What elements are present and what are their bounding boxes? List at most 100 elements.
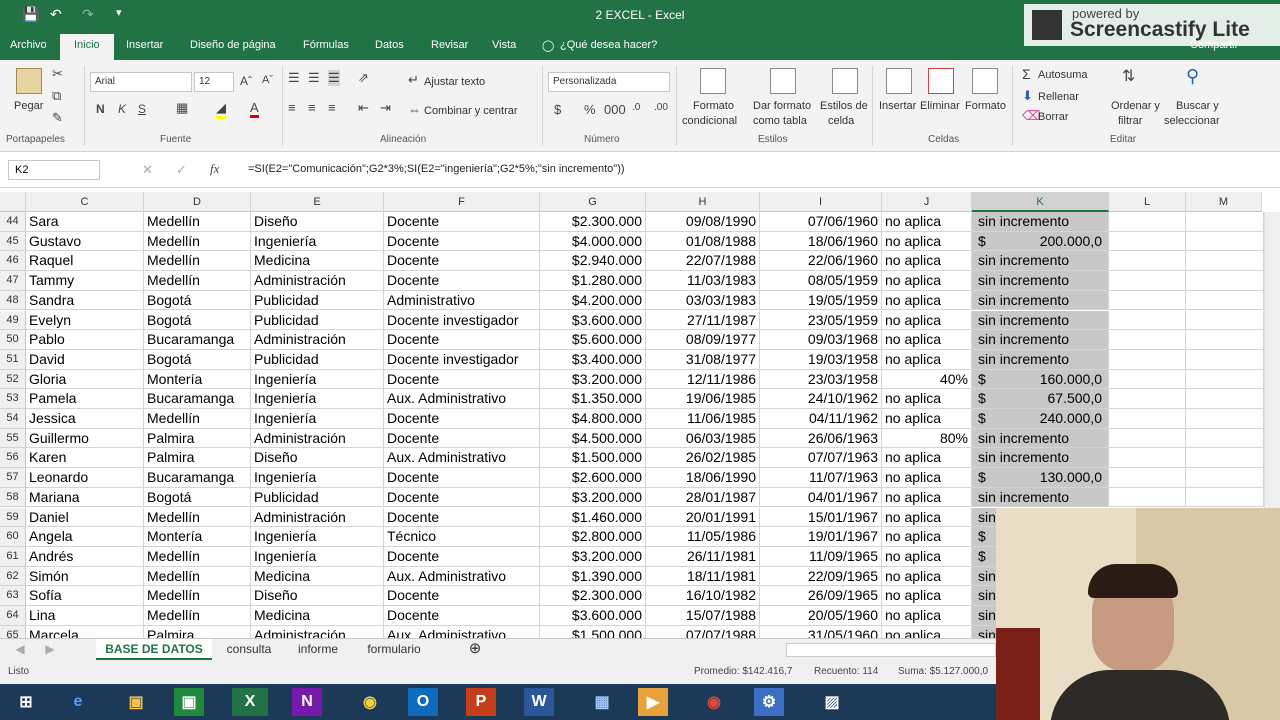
cell[interactable]: Gustavo bbox=[26, 231, 144, 252]
cell[interactable]: $4.500.000 bbox=[540, 428, 646, 449]
cell[interactable]: no aplica bbox=[882, 330, 972, 350]
cell[interactable]: 26/09/1965 bbox=[760, 586, 882, 606]
cell[interactable]: no aplica bbox=[882, 586, 972, 606]
word-icon[interactable]: W bbox=[524, 688, 554, 716]
cell[interactable]: 26/06/1963 bbox=[760, 428, 882, 449]
cell[interactable]: 27/11/1987 bbox=[646, 310, 760, 331]
cell[interactable]: Aux. Administrativo bbox=[384, 389, 540, 409]
cell[interactable]: Docente bbox=[384, 271, 540, 291]
column-header-j[interactable]: J bbox=[882, 192, 972, 212]
cell[interactable] bbox=[1186, 212, 1264, 232]
cell[interactable]: 20/01/1991 bbox=[646, 507, 760, 528]
cell[interactable]: 07/07/1963 bbox=[760, 448, 882, 469]
column-header-e[interactable]: E bbox=[251, 192, 384, 212]
cell-k[interactable]: $67.500,0 bbox=[972, 389, 1109, 409]
cell[interactable]: Gloria bbox=[26, 369, 144, 390]
cell[interactable]: no aplica bbox=[882, 389, 972, 409]
cell[interactable]: $1.500.000 bbox=[540, 448, 646, 469]
formula-input[interactable]: =SI(E2="Comunicación";G2*3%;SI(E2="ingen… bbox=[248, 163, 625, 175]
borders-icon[interactable]: ▦ bbox=[176, 100, 188, 116]
cell[interactable]: 07/06/1960 bbox=[760, 212, 882, 232]
cell[interactable]: $2.940.000 bbox=[540, 251, 646, 272]
tell-me-search[interactable]: ¿Qué desea hacer? bbox=[560, 39, 657, 51]
cell[interactable]: Docente bbox=[384, 468, 540, 488]
tab-inicio[interactable]: Inicio bbox=[60, 34, 114, 60]
cell[interactable] bbox=[1186, 389, 1264, 409]
cell[interactable] bbox=[1186, 231, 1264, 252]
cell[interactable]: 80% bbox=[882, 428, 972, 449]
cell[interactable]: 06/03/1985 bbox=[646, 428, 760, 449]
cell[interactable]: no aplica bbox=[882, 310, 972, 331]
cell[interactable]: no aplica bbox=[882, 231, 972, 252]
fill-color-icon[interactable]: ◢ bbox=[216, 100, 226, 119]
cell-k[interactable]: sin incremento bbox=[972, 290, 1109, 311]
calculator-icon[interactable]: ▦ bbox=[582, 688, 622, 716]
cell[interactable]: no aplica bbox=[882, 290, 972, 311]
name-box[interactable]: K2 bbox=[8, 160, 100, 180]
tab-vista[interactable]: Vista bbox=[492, 39, 516, 51]
cell[interactable]: 15/01/1967 bbox=[760, 507, 882, 528]
cell-k[interactable]: $160.000,0 bbox=[972, 369, 1109, 390]
cell[interactable]: Bucaramanga bbox=[144, 468, 251, 488]
cell[interactable]: Bogotá bbox=[144, 310, 251, 331]
cell[interactable]: Publicidad bbox=[251, 290, 384, 311]
cell[interactable]: Docente bbox=[384, 212, 540, 232]
bold-icon[interactable]: N bbox=[96, 102, 105, 116]
cell[interactable]: Medicina bbox=[251, 251, 384, 272]
cell[interactable]: Raquel bbox=[26, 251, 144, 272]
cell[interactable]: $3.600.000 bbox=[540, 310, 646, 331]
powerpoint-icon[interactable]: P bbox=[466, 688, 496, 716]
row-header[interactable]: 59 bbox=[0, 507, 26, 528]
cell[interactable]: Administración bbox=[251, 428, 384, 449]
clear-button[interactable]: Borrar bbox=[1038, 111, 1069, 123]
cell[interactable]: Técnico bbox=[384, 527, 540, 547]
cell[interactable]: Ingeniería bbox=[251, 527, 384, 547]
cell[interactable] bbox=[1186, 290, 1264, 311]
cell[interactable]: no aplica bbox=[882, 487, 972, 508]
cell[interactable]: 19/03/1958 bbox=[760, 349, 882, 370]
cell-k[interactable]: $130.000,0 bbox=[972, 468, 1109, 488]
cell[interactable]: Ingeniería bbox=[251, 231, 384, 252]
cell[interactable]: Bogotá bbox=[144, 349, 251, 370]
row-header[interactable]: 46 bbox=[0, 251, 26, 272]
cell[interactable]: Diseño bbox=[251, 212, 384, 232]
cell[interactable]: 15/07/1988 bbox=[646, 606, 760, 626]
cell[interactable]: no aplica bbox=[882, 271, 972, 291]
cell[interactable]: Medellín bbox=[144, 271, 251, 291]
cell[interactable]: 09/03/1968 bbox=[760, 330, 882, 350]
comma-style-icon[interactable]: 000 bbox=[604, 102, 626, 117]
cell[interactable]: Administrativo bbox=[384, 290, 540, 311]
conditional-format-button[interactable]: Formato bbox=[693, 100, 734, 112]
cell[interactable]: Bogotá bbox=[144, 487, 251, 508]
cell[interactable]: no aplica bbox=[882, 606, 972, 626]
sheet-tab-consulta[interactable]: consulta bbox=[214, 639, 284, 661]
cell[interactable]: Jessica bbox=[26, 409, 144, 429]
cell[interactable]: Administración bbox=[251, 330, 384, 350]
excel-icon[interactable]: X bbox=[232, 688, 268, 716]
cell-k[interactable]: sin incremento bbox=[972, 310, 1109, 331]
increase-indent-icon[interactable]: ⇥ bbox=[380, 100, 391, 116]
cell[interactable] bbox=[1186, 310, 1264, 331]
cell[interactable]: Pablo bbox=[26, 330, 144, 350]
cell[interactable]: $1.500.000 bbox=[540, 625, 646, 638]
cell[interactable]: no aplica bbox=[882, 507, 972, 528]
cancel-icon[interactable]: ✕ bbox=[142, 162, 153, 178]
cell[interactable] bbox=[1109, 310, 1186, 331]
decrease-indent-icon[interactable]: ⇤ bbox=[358, 100, 369, 116]
cell[interactable]: Medellín bbox=[144, 212, 251, 232]
row-header[interactable]: 55 bbox=[0, 428, 26, 449]
outlook-icon[interactable]: O bbox=[408, 688, 438, 716]
column-header-f[interactable]: F bbox=[384, 192, 540, 212]
cell[interactable]: Angela bbox=[26, 527, 144, 547]
tab-archivo[interactable]: Archivo bbox=[10, 39, 47, 51]
cell[interactable]: 11/03/1983 bbox=[646, 271, 760, 291]
cell[interactable] bbox=[1109, 369, 1186, 390]
cell[interactable] bbox=[1109, 448, 1186, 469]
cell[interactable]: Sandra bbox=[26, 290, 144, 311]
cell[interactable]: 26/11/1981 bbox=[646, 546, 760, 567]
cell[interactable]: 19/01/1967 bbox=[760, 527, 882, 547]
cell[interactable]: 11/07/1963 bbox=[760, 468, 882, 488]
cell[interactable]: 07/07/1988 bbox=[646, 625, 760, 638]
select-all-corner[interactable] bbox=[0, 192, 26, 212]
column-header-m[interactable]: M bbox=[1186, 192, 1262, 212]
